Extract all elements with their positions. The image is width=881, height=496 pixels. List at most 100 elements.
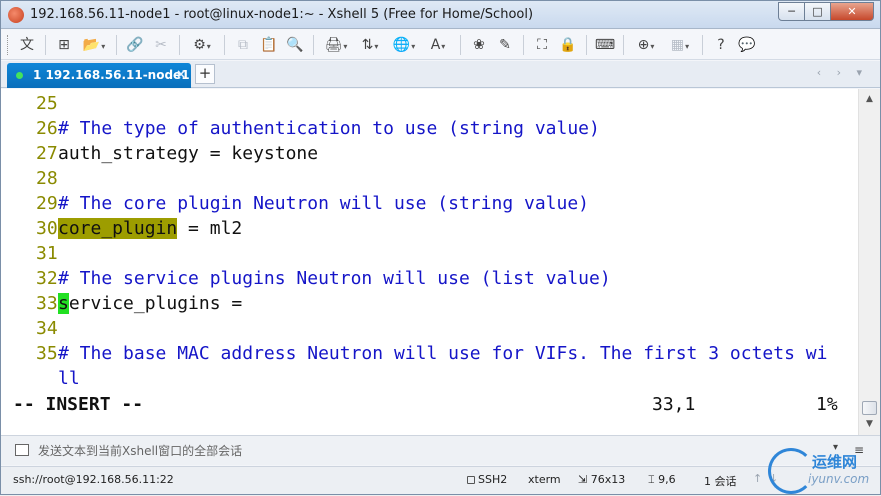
toolbar-separator	[224, 34, 225, 55]
app-icon[interactable]	[8, 7, 24, 23]
scroll-thumb[interactable]	[862, 401, 877, 415]
cursor-icon: ⌶	[648, 473, 659, 486]
send-text-input[interactable]: 发送文本到当前Xshell窗口的全部会话	[38, 442, 242, 459]
protocol-label: SSH2	[478, 473, 508, 486]
terminal-size: ⇲ 76x13	[578, 473, 625, 486]
tab-close-icon[interactable]: ×	[176, 67, 186, 81]
keyboard-icon[interactable]: ⌨	[594, 34, 616, 56]
title-bar[interactable]: 192.168.56.11-node1 - root@linux-node1:~…	[1, 1, 880, 29]
terminal-line: 33service_plugins =	[13, 291, 242, 316]
terminal-size-label: 76x13	[590, 473, 626, 486]
xshell-window: 192.168.56.11-node1 - root@linux-node1:~…	[0, 0, 881, 495]
wrapped-text: ll	[58, 368, 80, 389]
add-icon[interactable]: ⊕	[631, 34, 661, 56]
compose-icon[interactable]	[15, 444, 29, 456]
toolbar-separator	[313, 34, 314, 55]
line-comment: # The base MAC address Neutron will use …	[58, 343, 828, 364]
copy-icon[interactable]: ⧉	[232, 34, 254, 56]
tab-session-1[interactable]: 1 192.168.56.11-node1 ×	[7, 63, 191, 88]
layout-icon[interactable]: ▦	[665, 34, 695, 56]
print-icon[interactable]: 🖨	[321, 34, 351, 56]
font-icon[interactable]: A	[423, 34, 453, 56]
line-number: 28	[36, 168, 58, 189]
globe-icon[interactable]: 🌐	[389, 34, 419, 56]
vertical-scrollbar[interactable]: ▲ ▼	[858, 89, 880, 435]
language-icon[interactable]: 文	[16, 34, 38, 56]
terminal-line: 30core_plugin = ml2	[13, 216, 242, 241]
terminal-line: 29# The core plugin Neutron will use (st…	[13, 191, 589, 216]
chat-icon[interactable]: 💬	[736, 34, 758, 56]
toolbar-separator	[623, 34, 624, 55]
line-text: ervice_plugins =	[68, 293, 243, 314]
vim-mode: -- INSERT --	[13, 394, 144, 415]
scroll-down-icon[interactable]: ▼	[861, 416, 878, 433]
line-comment: # The service plugins Neutron will use (…	[58, 268, 611, 289]
line-number: 26	[36, 118, 58, 139]
add-tab-button[interactable]: +	[195, 64, 215, 84]
disconnect-icon[interactable]: ✂	[150, 34, 172, 56]
line-comment: # The type of authentication to use (str…	[58, 118, 600, 139]
line-number: 30	[36, 218, 58, 239]
text-cursor: s	[58, 293, 69, 314]
connection-address: ssh://root@192.168.56.11:22	[13, 473, 174, 486]
line-number: 35	[36, 343, 58, 364]
protocol-status: SSH2	[467, 473, 507, 486]
transfer-icon[interactable]: ⇅	[355, 34, 385, 56]
toolbar-separator	[702, 34, 703, 55]
terminal-line: 26# The type of authentication to use (s…	[13, 116, 600, 141]
toolbar-separator	[45, 34, 46, 55]
watermark-swirl	[768, 448, 814, 494]
cursor-position-label: 9,6	[658, 473, 676, 486]
status-bar: ssh://root@192.168.56.11:22 SSH2 xterm ⇲…	[1, 466, 880, 494]
session-count: 1 会话	[704, 475, 737, 488]
cursor-status: ⌶ 9,6	[648, 473, 676, 487]
connected-status-icon	[16, 72, 23, 79]
line-comment: # The core plugin Neutron will use (stri…	[58, 193, 590, 214]
xftp-icon[interactable]: ❀	[468, 34, 490, 56]
line-number: 33	[36, 293, 58, 314]
help-icon[interactable]: ?	[710, 34, 732, 56]
script-icon[interactable]: ✎	[494, 34, 516, 56]
line-number: 31	[36, 243, 58, 264]
watermark-logo: 运维网 iyunv.com	[760, 441, 878, 496]
open-folder-icon[interactable]: 📂	[79, 34, 109, 56]
vim-cursor-position: 33,1	[652, 394, 696, 415]
terminal-view[interactable]: 25 26# The type of authentication to use…	[1, 89, 858, 435]
paste-icon[interactable]: 📋	[258, 34, 280, 56]
resize-icon: ⇲	[578, 473, 591, 486]
toolbar: 文 ⊞ 📂 🔗 ✂ ⚙ ⧉ 📋 🔍 🖨 ⇅ 🌐 A ❀ ✎ ⛶ 🔒 ⌨ ⊕ ▦ …	[1, 30, 880, 60]
terminal-line: 25	[13, 91, 58, 116]
line-number: 27	[36, 143, 58, 164]
scroll-up-icon[interactable]: ▲	[861, 91, 878, 108]
toolbar-separator	[523, 34, 524, 55]
reconnect-icon[interactable]: 🔗	[124, 34, 146, 56]
properties-icon[interactable]: ⚙	[187, 34, 217, 56]
terminal-line: 32# The service plugins Neutron will use…	[13, 266, 611, 291]
tab-navigation[interactable]: ‹ › ▾	[817, 66, 868, 79]
terminal-line: 35# The base MAC address Neutron will us…	[13, 341, 827, 366]
line-number: 32	[36, 268, 58, 289]
vim-scroll-percent: 1%	[816, 394, 838, 415]
line-number: 34	[36, 318, 58, 339]
window-controls: ─ □ ✕	[778, 2, 874, 21]
fullscreen-icon[interactable]: ⛶	[531, 34, 553, 56]
line-text: = ml2	[177, 218, 243, 239]
toolbar-grip[interactable]	[7, 34, 10, 55]
line-text: auth_strategy = keystone	[58, 143, 319, 164]
tab-label: 1 192.168.56.11-node1	[33, 68, 190, 82]
close-button[interactable]: ✕	[830, 2, 874, 21]
new-session-icon[interactable]: ⊞	[53, 34, 75, 56]
find-icon[interactable]: 🔍	[284, 34, 306, 56]
terminal-line-wrap: ll	[13, 366, 80, 391]
compose-bar: 发送文本到当前Xshell窗口的全部会话 ▾ ≡	[1, 435, 880, 465]
lock-icon[interactable]: 🔒	[557, 34, 579, 56]
terminal-line: 31	[13, 241, 58, 266]
watermark-text: 运维网	[812, 453, 858, 471]
minimize-button[interactable]: ─	[778, 2, 805, 21]
tab-bar: 1 192.168.56.11-node1 × + ‹ › ▾	[1, 61, 880, 88]
maximize-button[interactable]: □	[804, 2, 831, 21]
watermark-url: iyunv.com	[808, 472, 870, 486]
toolbar-separator	[586, 34, 587, 55]
terminal-line: 28	[13, 166, 58, 191]
lock-icon	[467, 476, 475, 484]
